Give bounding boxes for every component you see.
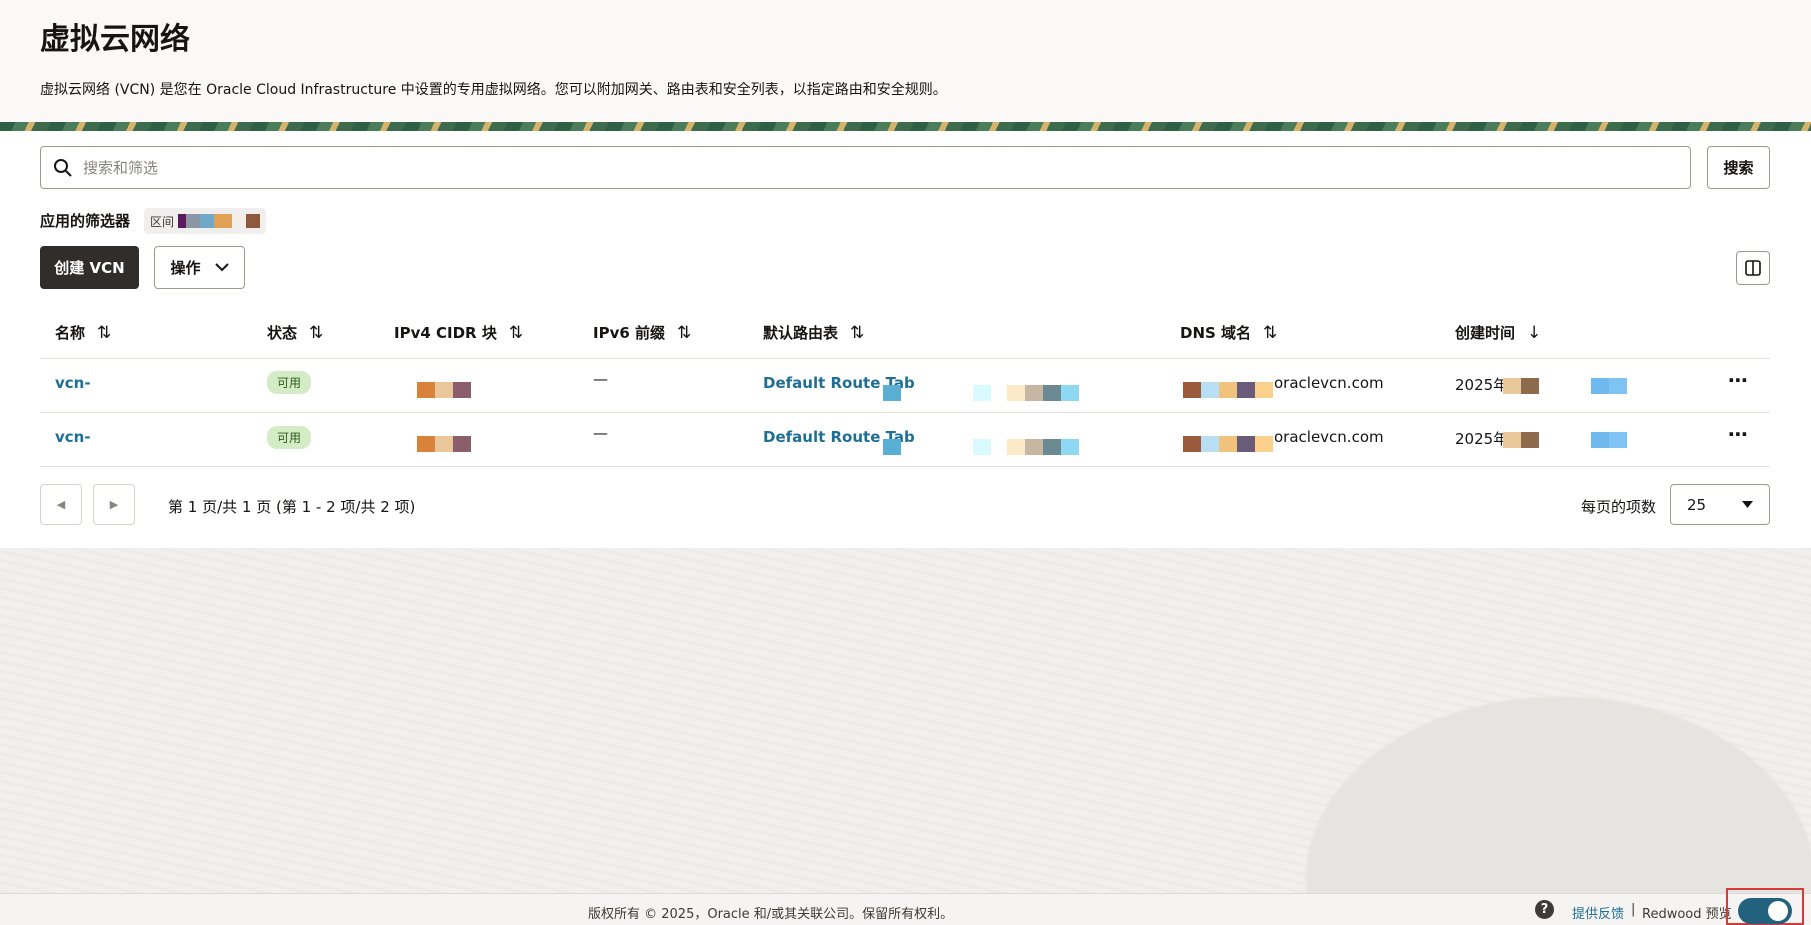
column-header-name[interactable]: 名称 ⇅ (55, 322, 111, 343)
table-row-divider (40, 412, 1770, 413)
sort-icon: ⇅ (97, 322, 112, 343)
redacted-created-time (1503, 378, 1627, 394)
column-header-ipv4[interactable]: IPv4 CIDR 块 ⇅ (394, 322, 523, 343)
status-badge: 可用 (267, 426, 312, 449)
redacted-dns-prefix (1183, 436, 1273, 452)
column-header-ipv6[interactable]: IPv6 前缀 ⇅ (593, 322, 691, 343)
previous-page-button[interactable]: ◀ (40, 484, 82, 525)
redacted-route-table (883, 385, 1079, 401)
status-badge: 可用 (267, 371, 312, 394)
chevron-right-icon: ▶ (109, 498, 119, 511)
pagination-summary: 第 1 页/共 1 页 (第 1 - 2 项/共 2 项) (168, 498, 416, 516)
actions-menu-button[interactable]: 操作 (154, 246, 245, 289)
column-header-status[interactable]: 状态 ⇅ (267, 322, 323, 343)
redacted-value (178, 214, 261, 228)
search-icon (54, 159, 72, 177)
more-actions-icon[interactable]: ⋯ (1728, 422, 1749, 446)
actions-label: 操作 (170, 259, 201, 277)
redacted-dns-prefix (1183, 382, 1273, 398)
column-header-dns[interactable]: DNS 域名 ⇅ (1180, 322, 1277, 343)
filter-chip-label: 区间 (150, 214, 175, 229)
search-field[interactable] (40, 146, 1691, 189)
copyright-text: 版权所有 © 2025，Oracle 和/或其关联公司。保留所有权利。 (588, 907, 954, 922)
sort-down-icon: ↓ (1527, 322, 1542, 343)
help-icon[interactable]: ? (1535, 900, 1554, 919)
sort-icon: ⇅ (508, 322, 524, 343)
sort-icon: ⇅ (309, 322, 324, 343)
chevron-left-icon: ◀ (56, 498, 66, 511)
caret-down-icon (1742, 501, 1753, 508)
table-row-divider (40, 466, 1770, 467)
redwood-preview-toggle[interactable] (1738, 898, 1792, 924)
footer-separator: | (1631, 902, 1636, 917)
create-vcn-button[interactable]: 创建 VCN (40, 246, 139, 289)
more-actions-icon[interactable]: ⋯ (1728, 368, 1749, 392)
highlight-frame (1726, 888, 1804, 925)
ipv6-value: — (593, 370, 608, 388)
vcn-name-link[interactable]: vcn- (55, 428, 91, 446)
search-button[interactable]: 搜索 (1707, 146, 1770, 189)
applied-filters-label: 应用的筛选器 (40, 212, 131, 230)
chevron-down-icon (214, 263, 229, 272)
created-time: 2025年 (1455, 430, 1509, 448)
toggle-knob (1768, 901, 1788, 921)
ipv6-value: — (593, 424, 608, 442)
search-input[interactable] (83, 147, 1673, 188)
dns-domain: oraclevcn.com (1274, 428, 1384, 446)
sort-icon: ⇅ (1263, 322, 1278, 343)
column-header-created[interactable]: 创建时间 ↓ (1455, 322, 1541, 343)
per-page-select[interactable]: 25 (1670, 484, 1770, 525)
vcn-name-link[interactable]: vcn- (55, 374, 91, 392)
next-page-button[interactable]: ▶ (93, 484, 135, 525)
redacted-route-table (883, 439, 1079, 455)
filter-chip-compartment[interactable]: 区间 (144, 208, 267, 234)
sort-icon: ⇅ (677, 322, 692, 343)
page-title: 虚拟云网络 (40, 22, 190, 57)
page-description: 虚拟云网络 (VCN) 是您在 Oracle Cloud Infrastruct… (40, 82, 947, 98)
redacted-ipv4 (417, 382, 471, 398)
feedback-link[interactable]: 提供反馈 (1572, 903, 1624, 922)
column-settings-button[interactable] (1736, 251, 1770, 285)
sort-icon: ⇅ (850, 322, 865, 343)
columns-icon (1745, 260, 1761, 276)
page-background (0, 548, 1811, 893)
footer: 版权所有 © 2025，Oracle 和/或其关联公司。保留所有权利。 ? 提供… (0, 893, 1811, 925)
table-divider (40, 358, 1770, 359)
redacted-created-time (1503, 432, 1627, 448)
dns-domain: oraclevcn.com (1274, 374, 1384, 392)
page-header: 虚拟云网络 虚拟云网络 (VCN) 是您在 Oracle Cloud Infra… (0, 0, 1811, 122)
per-page-value: 25 (1687, 495, 1707, 514)
per-page-label: 每页的项数 (1581, 498, 1657, 516)
header-banner (0, 122, 1811, 131)
redacted-ipv4 (417, 436, 471, 452)
column-header-route-table[interactable]: 默认路由表 ⇅ (763, 322, 864, 343)
redwood-preview-label: Redwood 预览 (1642, 907, 1732, 922)
created-time: 2025年 (1455, 376, 1509, 394)
